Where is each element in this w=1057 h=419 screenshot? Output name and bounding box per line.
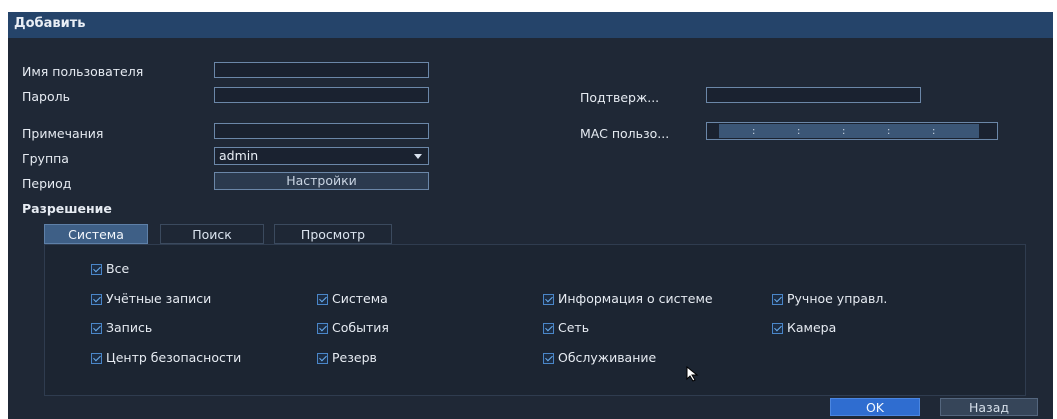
checkbox-camera[interactable]	[772, 323, 783, 334]
mac-separator: :	[797, 126, 801, 137]
mac-label: MAC пользо...	[580, 126, 670, 141]
mac-separator: :	[887, 126, 891, 137]
password-input[interactable]	[214, 87, 429, 103]
checkbox-manual-control[interactable]	[772, 294, 783, 305]
checkbox-all[interactable]	[91, 264, 102, 275]
group-select-value: admin	[219, 148, 259, 163]
tab-system[interactable]: Система	[44, 224, 148, 244]
checkbox-record[interactable]	[91, 323, 102, 334]
checkbox-all-label: Все	[106, 261, 130, 276]
checkbox-system-info[interactable]	[543, 294, 554, 305]
password-label: Пароль	[22, 89, 70, 104]
mac-separator: :	[932, 126, 936, 137]
group-select[interactable]: admin	[214, 147, 429, 165]
ok-button[interactable]: OK	[830, 398, 920, 416]
titlebar: Добавить	[8, 12, 1053, 38]
checkbox-camera-label: Камера	[787, 320, 837, 335]
checkbox-system[interactable]	[317, 294, 328, 305]
checkbox-manual-control-label: Ручное управл.	[787, 291, 888, 306]
notes-input[interactable]	[214, 123, 429, 139]
username-input[interactable]	[214, 62, 429, 78]
mouse-cursor-icon	[686, 366, 699, 382]
notes-label: Примечания	[22, 126, 104, 141]
checkbox-accounts-label: Учётные записи	[106, 291, 212, 306]
permission-label: Разрешение	[22, 201, 112, 216]
dialog-title: Добавить	[14, 16, 86, 31]
period-settings-button[interactable]: Настройки	[214, 172, 429, 190]
username-label: Имя пользователя	[22, 64, 144, 79]
permissions-panel: Все Учётные записи Система Информация о …	[44, 244, 1026, 396]
checkbox-accounts[interactable]	[91, 294, 102, 305]
mac-separator: :	[752, 126, 756, 137]
back-button[interactable]: Назад	[940, 398, 1038, 416]
checkbox-backup-label: Резерв	[332, 350, 377, 365]
checkbox-maintenance[interactable]	[543, 353, 554, 364]
checkbox-system-info-label: Информация о системе	[558, 291, 713, 306]
checkbox-backup[interactable]	[317, 353, 328, 364]
mac-address-input[interactable]: : : : : :	[706, 122, 998, 140]
checkbox-network[interactable]	[543, 323, 554, 334]
checkbox-events-label: События	[332, 320, 389, 335]
tab-view[interactable]: Просмотр	[274, 224, 392, 244]
mac-address-field	[719, 124, 979, 138]
chevron-down-icon	[414, 154, 422, 159]
group-label: Группа	[22, 151, 69, 166]
checkbox-maintenance-label: Обслуживание	[558, 350, 657, 365]
checkbox-security-center-label: Центр безопасности	[106, 350, 242, 365]
checkbox-security-center[interactable]	[91, 353, 102, 364]
tab-search[interactable]: Поиск	[160, 224, 264, 244]
confirm-password-input[interactable]	[706, 87, 921, 103]
checkbox-events[interactable]	[317, 323, 328, 334]
period-label: Период	[22, 176, 72, 191]
add-user-dialog: Добавить Имя пользователя Пароль Подтвер…	[8, 12, 1053, 419]
checkbox-record-label: Запись	[106, 320, 153, 335]
confirm-password-label: Подтверж...	[580, 90, 660, 105]
checkbox-network-label: Сеть	[558, 320, 590, 335]
mac-separator: :	[842, 126, 846, 137]
checkbox-system-label: Система	[332, 291, 388, 306]
